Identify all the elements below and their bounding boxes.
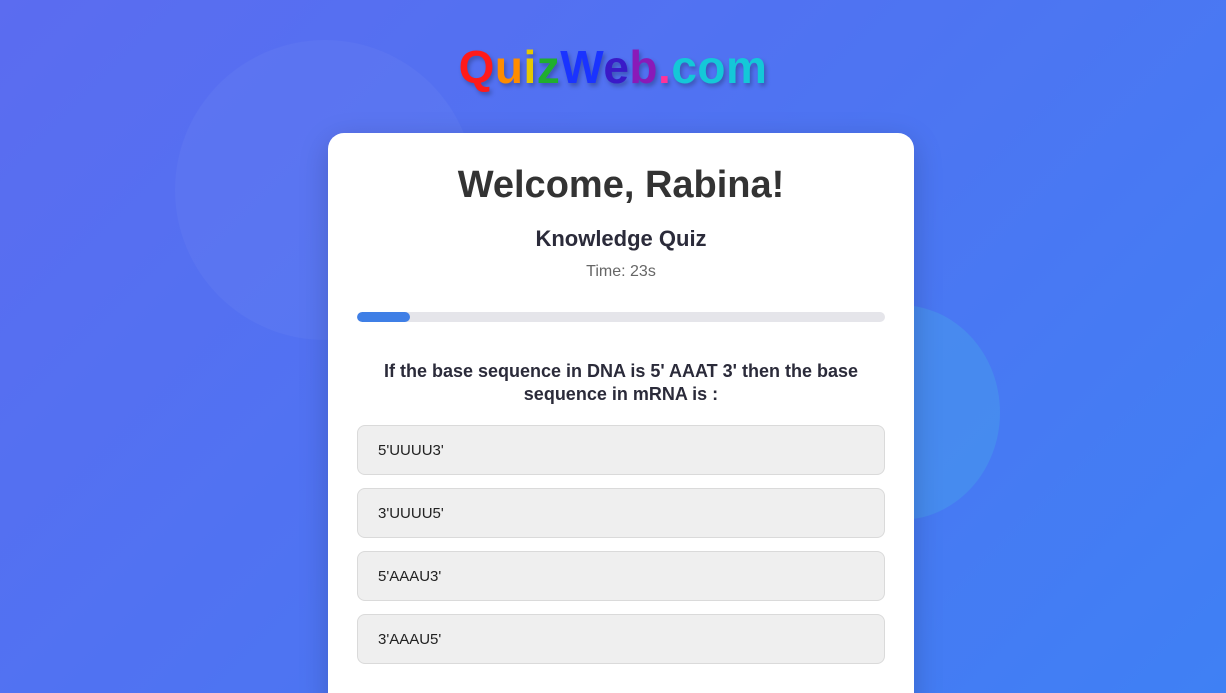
site-logo: QuizWeb.com bbox=[0, 40, 1226, 94]
answer-option-1[interactable]: 5'UUUU3' bbox=[357, 425, 885, 475]
question-text: If the base sequence in DNA is 5' AAAT 3… bbox=[383, 361, 858, 404]
logo-letter: . bbox=[658, 41, 672, 93]
quiz-card: Welcome, Rabina! Knowledge Quiz Time: 23… bbox=[328, 133, 914, 693]
answer-options: 5'UUUU3' 3'UUUU5' 5'AAAU3' 3'AAAU5' bbox=[357, 425, 885, 677]
quiz-title: Knowledge Quiz bbox=[535, 226, 707, 251]
answer-option-2[interactable]: 3'UUUU5' bbox=[357, 488, 885, 538]
answer-option-label: 3'UUUU5' bbox=[378, 504, 444, 522]
logo-letter: m bbox=[726, 41, 768, 93]
timer-text: Time: 23s bbox=[586, 263, 656, 280]
logo-letter: i bbox=[523, 41, 537, 93]
welcome-heading: Welcome, Rabina! bbox=[457, 164, 785, 206]
logo-letter: e bbox=[603, 41, 630, 93]
progress-bar bbox=[357, 312, 885, 322]
answer-option-label: 5'AAAU3' bbox=[378, 567, 442, 585]
logo-letter: c bbox=[671, 41, 698, 93]
answer-option-3[interactable]: 5'AAAU3' bbox=[357, 551, 885, 601]
answer-option-label: 5'UUUU3' bbox=[378, 441, 444, 459]
answer-option-4[interactable]: 3'AAAU5' bbox=[357, 614, 885, 664]
logo-letter: o bbox=[697, 41, 727, 93]
logo-letter: b bbox=[629, 41, 659, 93]
answer-option-label: 3'AAAU5' bbox=[378, 630, 442, 648]
logo-letter: Q bbox=[458, 41, 495, 93]
logo-letter: u bbox=[494, 41, 524, 93]
logo-letter: W bbox=[560, 41, 604, 93]
progress-bar-fill bbox=[357, 312, 410, 322]
logo-letter: z bbox=[536, 41, 561, 93]
